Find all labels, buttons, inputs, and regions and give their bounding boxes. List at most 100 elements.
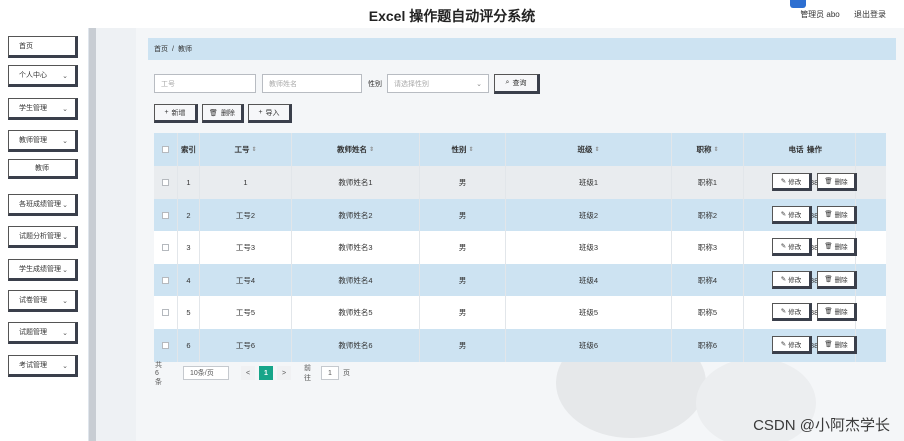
- trash-icon: 🗑: [824, 210, 833, 218]
- delete-button[interactable]: 🗑 删除: [817, 205, 857, 224]
- select-all-checkbox[interactable]: [154, 133, 178, 166]
- query-button[interactable]: ⌕ 查询: [494, 74, 540, 94]
- row-checkbox[interactable]: [154, 231, 178, 264]
- table-row[interactable]: 2工号2教师姓名2男班级2职称213823888882✎修改🗑删除: [154, 198, 886, 232]
- sidebar-item[interactable]: 首页: [8, 36, 78, 58]
- table-row[interactable]: 11教师姓名1男班级1职称113823888881✎修改🗑删除: [154, 166, 886, 199]
- cell-gender: 男: [420, 166, 506, 199]
- user-label: 管理员 abo: [800, 10, 840, 19]
- teacher-name-input[interactable]: 教师姓名: [262, 74, 362, 93]
- sidebar-item-label: 学生成绩管理: [19, 266, 61, 273]
- delete-label: 删除: [834, 211, 848, 219]
- breadcrumb-home[interactable]: 首页: [154, 44, 168, 54]
- row-checkbox[interactable]: [154, 296, 178, 329]
- trash-icon: 🗑: [209, 109, 218, 117]
- cell-index: 1: [178, 166, 200, 199]
- sidebar-item[interactable]: 学生管理 ⌄: [8, 98, 78, 120]
- sort-icon: ⇕: [468, 147, 474, 153]
- cell-title: 职称6: [672, 328, 744, 362]
- delete-label: 删除: [834, 341, 848, 349]
- cell-title: 职称5: [672, 296, 744, 329]
- trash-icon: 🗑: [824, 340, 833, 348]
- delete-button[interactable]: 🗑 删除: [817, 238, 857, 256]
- edit-button[interactable]: ✎ 修改: [772, 303, 812, 321]
- sidebar-item-label: 首页: [19, 43, 33, 50]
- cell-index: 6: [178, 328, 200, 362]
- sidebar-item[interactable]: 试题管理 ⌄: [8, 322, 78, 344]
- delete-button[interactable]: 🗑 删除: [817, 335, 857, 354]
- edit-button[interactable]: ✎ 修改: [772, 270, 812, 289]
- page-size-select[interactable]: 10条/页: [183, 366, 229, 380]
- sort-icon: ⇕: [713, 147, 719, 153]
- logout-link[interactable]: 退出登录: [854, 10, 886, 19]
- header-title[interactable]: 职称 ⇕: [672, 133, 744, 166]
- chevron-down-icon: ⌄: [62, 234, 68, 241]
- sidebar-scrollbar[interactable]: [89, 28, 96, 441]
- sidebar-item[interactable]: 教师管理 ⌄: [8, 130, 78, 152]
- header-class[interactable]: 班级 ⇕: [506, 133, 672, 166]
- edit-button[interactable]: ✎ 修改: [772, 335, 812, 354]
- sidebar-item[interactable]: 考试管理 ⌄: [8, 355, 78, 377]
- row-checkbox[interactable]: [154, 328, 178, 362]
- import-label: 导入: [265, 109, 280, 117]
- delete-button[interactable]: 🗑 删除: [817, 303, 857, 321]
- header-gender[interactable]: 性别 ⇕: [420, 133, 506, 166]
- sidebar-item[interactable]: 试题分析管理 ⌄: [8, 226, 78, 248]
- cell-index: 5: [178, 296, 200, 329]
- header-id[interactable]: 工号 ⇕: [200, 133, 292, 166]
- cell-id: 工号3: [200, 231, 292, 264]
- gender-select[interactable]: 请选择性别 ⌄: [387, 74, 489, 93]
- cell-name: 教师姓名6: [292, 328, 420, 362]
- cell-class: 班级1: [506, 166, 672, 199]
- edit-button[interactable]: ✎ 修改: [772, 173, 812, 191]
- trash-icon: 🗑: [824, 243, 833, 250]
- row-checkbox[interactable]: [154, 198, 178, 232]
- teacher-id-input[interactable]: 工号: [154, 74, 256, 93]
- delete-label: 删除: [834, 244, 848, 251]
- edit-icon: ✎: [780, 210, 787, 218]
- table-row[interactable]: 6工号6教师姓名6男班级6职称613823888886✎修改🗑删除: [154, 328, 886, 362]
- edit-button[interactable]: ✎ 修改: [772, 205, 812, 224]
- table-row[interactable]: 3工号3教师姓名3男班级3职称313823888883✎修改🗑删除: [154, 231, 886, 264]
- next-page-button[interactable]: >: [277, 366, 291, 380]
- sidebar-item-label: 学生管理: [19, 105, 47, 112]
- header-index: 索引: [178, 133, 200, 166]
- add-button[interactable]: + 新增: [154, 104, 198, 123]
- page-1-button[interactable]: 1: [259, 366, 273, 380]
- row-checkbox[interactable]: [154, 263, 178, 297]
- table-row[interactable]: 4工号4教师姓名4男班级4职称413823888884✎修改🗑删除: [154, 263, 886, 297]
- sidebar-item-label: 教师: [35, 165, 49, 172]
- chevron-down-icon: ⌄: [62, 138, 68, 145]
- plus-icon: +: [258, 109, 263, 116]
- sidebar-item-label: 考试管理: [19, 362, 47, 369]
- header-name[interactable]: 教师姓名 ⇕: [292, 133, 420, 166]
- chevron-down-icon: ⌄: [62, 106, 68, 113]
- plus-icon: +: [164, 109, 169, 116]
- sidebar-item[interactable]: 各班成绩管理 ⌄: [8, 194, 78, 216]
- edit-icon: ✎: [780, 308, 787, 315]
- sidebar-item[interactable]: 试卷管理 ⌄: [8, 290, 78, 312]
- sidebar-item[interactable]: 个人中心 ⌄: [8, 65, 78, 87]
- edit-label: 修改: [788, 276, 802, 284]
- page-size-label: 10条/页: [190, 370, 214, 377]
- cell-class: 班级6: [506, 328, 672, 362]
- goto-input[interactable]: 1: [321, 366, 339, 380]
- user-area: 管理员 abo 退出登录: [788, 9, 886, 20]
- cell-index: 2: [178, 198, 200, 232]
- prev-page-button[interactable]: <: [241, 366, 255, 380]
- row-checkbox[interactable]: [154, 166, 178, 199]
- query-label: 查询: [512, 80, 527, 87]
- sidebar-item[interactable]: 教师: [8, 159, 78, 179]
- cell-id: 1: [200, 166, 292, 199]
- delete-button[interactable]: 🗑 删除: [817, 270, 857, 289]
- trash-icon: 🗑: [824, 308, 833, 315]
- table-row[interactable]: 5工号5教师姓名5男班级5职称513823888885✎修改🗑删除: [154, 296, 886, 329]
- import-button[interactable]: + 导入: [248, 104, 292, 123]
- sidebar-item[interactable]: 学生成绩管理 ⌄: [8, 259, 78, 281]
- delete-button[interactable]: 🗑 删除: [817, 173, 857, 191]
- batch-delete-button[interactable]: 🗑 删除: [202, 104, 244, 123]
- edit-button[interactable]: ✎ 修改: [772, 238, 812, 256]
- chevron-down-icon: ⌄: [62, 330, 68, 337]
- sort-icon: ⇕: [368, 147, 375, 153]
- chevron-down-icon: ⌄: [62, 363, 68, 370]
